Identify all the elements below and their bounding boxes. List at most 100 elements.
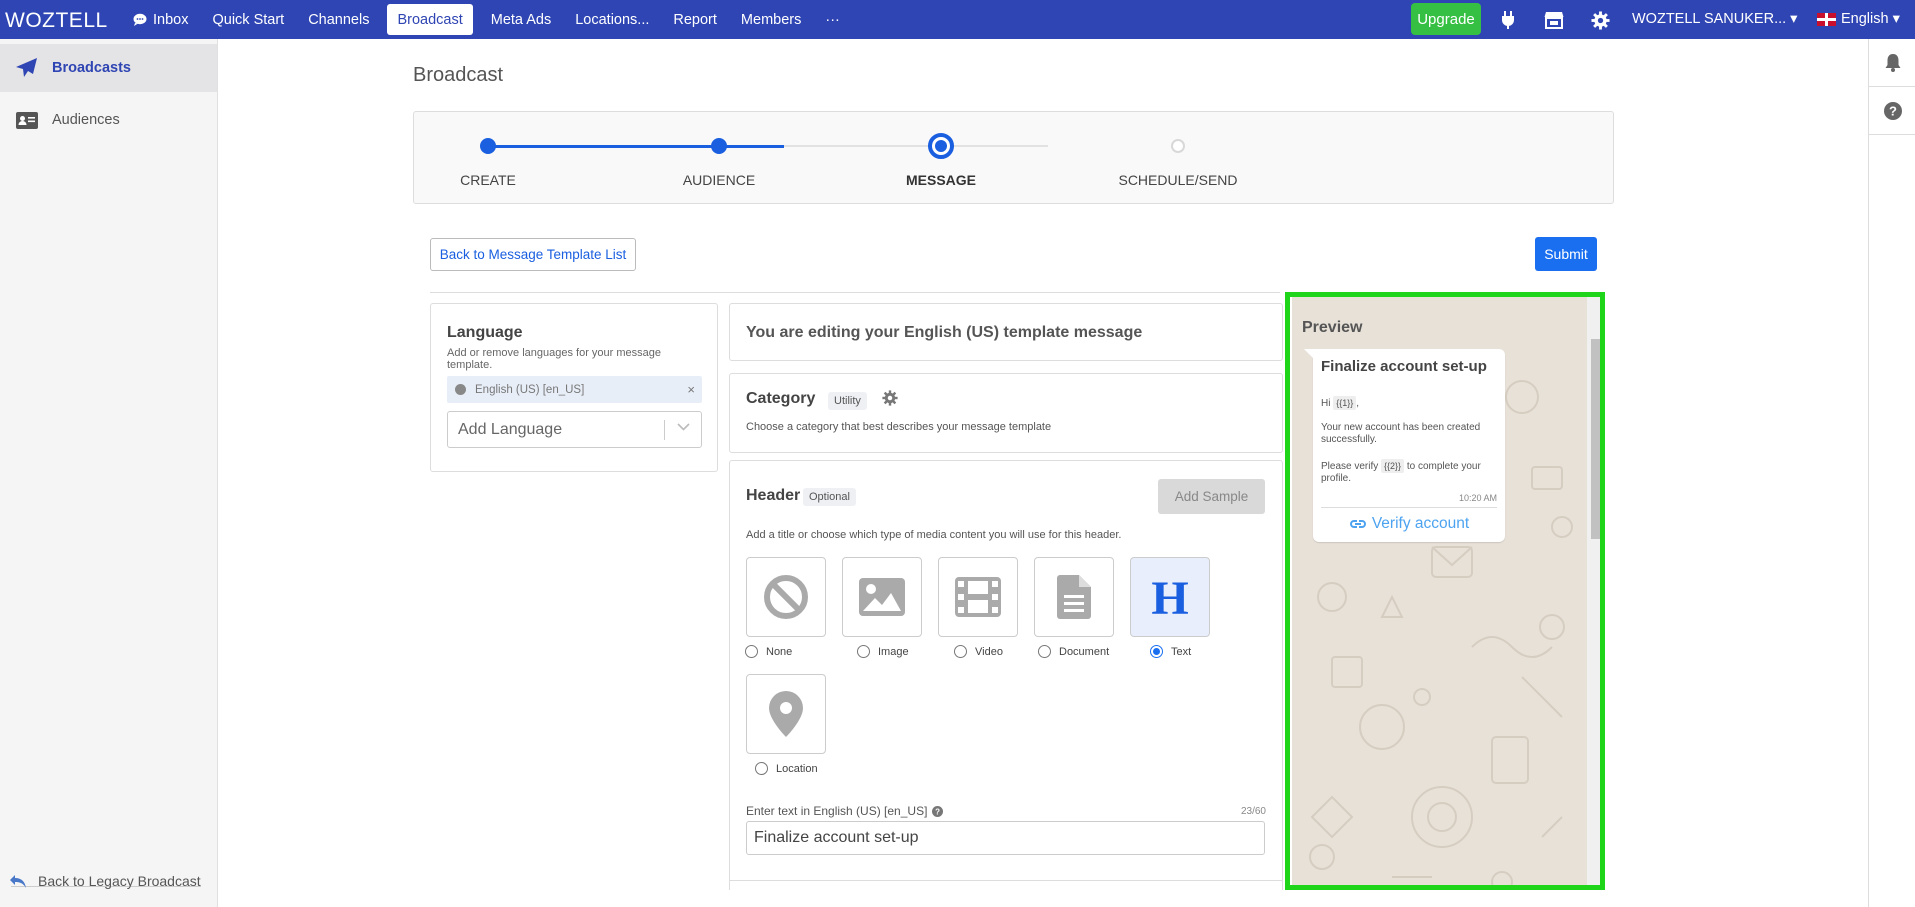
status-dot	[455, 384, 466, 395]
category-subtitle: Choose a category that best describes yo…	[746, 421, 1052, 433]
verify-account-label: Verify account	[1371, 515, 1470, 532]
bell-icon	[1885, 53, 1900, 72]
nav-inbox[interactable]: Inbox	[121, 4, 200, 35]
step-dot-schedule[interactable]	[1171, 139, 1185, 153]
header-text-input[interactable]: Finalize account set-up	[746, 821, 1265, 855]
legacy-label: Back to Legacy Broadcast	[38, 873, 201, 889]
verify-account-button[interactable]: Verify account	[1313, 515, 1505, 533]
help-circle-icon[interactable]: ?	[932, 805, 944, 817]
variable-2: {{2}}	[1381, 459, 1405, 473]
header-title: Header	[746, 487, 801, 504]
nav-meta-ads[interactable]: Meta Ads	[479, 4, 563, 35]
notifications-button[interactable]	[1869, 39, 1915, 87]
submit-button[interactable]: Submit	[1535, 237, 1597, 271]
document-icon	[1057, 575, 1091, 619]
media-option-video[interactable]	[938, 557, 1018, 637]
page-title: Broadcast	[413, 64, 504, 86]
step-label-create: CREATE	[460, 172, 516, 188]
paper-plane-icon	[16, 58, 37, 77]
language-title: Language	[447, 324, 523, 341]
step-label-audience: AUDIENCE	[682, 172, 756, 188]
radio-video[interactable]: Video	[954, 645, 1003, 658]
gear-icon[interactable]	[1589, 9, 1611, 31]
header-card: Header Optional Add Sample Add a title o…	[729, 460, 1283, 887]
radio-label: Text	[1171, 645, 1192, 658]
section-divider	[430, 292, 1280, 293]
radio-none[interactable]: None	[745, 645, 792, 658]
media-option-image[interactable]	[842, 557, 922, 637]
language-selector[interactable]: English ▾	[1817, 11, 1900, 27]
header-subtitle: Add a title or choose which type of medi…	[746, 529, 1122, 541]
add-sample-button[interactable]: Add Sample	[1158, 479, 1265, 514]
nav-broadcast[interactable]: Broadcast	[387, 4, 473, 35]
media-option-location[interactable]	[746, 674, 826, 754]
chat-bubble-icon	[133, 13, 147, 26]
radio-location[interactable]: Location	[755, 762, 818, 775]
nav-more[interactable]: ···	[813, 4, 852, 35]
back-to-template-list-button[interactable]: Back to Message Template List	[430, 238, 636, 271]
radio-document[interactable]: Document	[1038, 645, 1109, 658]
select-separator	[664, 420, 665, 440]
nav-report[interactable]: Report	[661, 4, 729, 35]
back-to-legacy-link[interactable]: Back to Legacy Broadcast	[10, 873, 201, 889]
preview-panel: Preview Finalize account set-up Hi {{1}}…	[1285, 292, 1605, 890]
category-tag: Utility	[828, 392, 867, 410]
header-text-label-text: Enter text in English (US) [en_US]	[746, 804, 928, 818]
radio-button[interactable]	[954, 645, 967, 658]
next-card-edge	[729, 880, 1283, 890]
radio-label: Location	[776, 762, 818, 775]
radio-button[interactable]	[1038, 645, 1051, 658]
selected-language-chip[interactable]: English (US) [en_US] ×	[447, 376, 702, 403]
chevron-down-icon	[677, 423, 690, 431]
woztell-logo[interactable]: WOZTELL	[5, 9, 108, 33]
radio-button[interactable]	[857, 645, 870, 658]
sidebar-item-label: Audiences	[52, 112, 120, 128]
nav-members[interactable]: Members	[729, 4, 813, 35]
radio-image[interactable]: Image	[857, 645, 909, 658]
image-icon	[859, 578, 905, 616]
radio-label: Document	[1059, 645, 1110, 658]
bubble-divider	[1321, 507, 1497, 508]
media-option-document[interactable]	[1034, 557, 1114, 637]
film-icon	[955, 577, 1001, 617]
optional-tag: Optional	[803, 488, 856, 506]
stepper-line-done	[488, 145, 784, 148]
progress-stepper: CREATE AUDIENCE MESSAGE SCHEDULE/SEND	[413, 111, 1614, 204]
message-title: Finalize account set-up	[1321, 358, 1487, 375]
add-language-select[interactable]: Add Language	[447, 411, 702, 448]
step-dot-audience[interactable]	[711, 138, 727, 154]
store-icon[interactable]	[1543, 9, 1565, 31]
message-bubble: Finalize account set-up Hi {{1}}, Your n…	[1304, 349, 1505, 542]
step-label-schedule: SCHEDULE/SEND	[1118, 172, 1238, 188]
main-nav: Inbox Quick Start Channels Broadcast Met…	[121, 0, 852, 39]
link-icon	[1349, 520, 1366, 528]
step-dot-message[interactable]	[928, 133, 954, 159]
nav-locations[interactable]: Locations...	[563, 4, 661, 35]
upgrade-button[interactable]: Upgrade	[1411, 3, 1481, 35]
media-option-none[interactable]	[746, 557, 826, 637]
nav-channels[interactable]: Channels	[296, 4, 381, 35]
preview-title: Preview	[1302, 319, 1363, 336]
radio-text[interactable]: Text	[1150, 645, 1191, 658]
radio-button[interactable]	[755, 762, 768, 775]
sidebar-item-broadcasts[interactable]: Broadcasts	[0, 44, 217, 92]
media-option-text[interactable]: H	[1130, 557, 1210, 637]
sidebar-item-audiences[interactable]: Audiences	[0, 96, 217, 144]
sidebar: Broadcasts Audiences Back to Legacy Broa…	[0, 39, 218, 907]
gear-icon[interactable]	[882, 390, 898, 406]
plug-icon[interactable]	[1497, 9, 1519, 31]
ban-icon	[764, 575, 808, 619]
radio-button-selected[interactable]	[1150, 645, 1163, 658]
radio-button[interactable]	[745, 645, 758, 658]
help-button[interactable]: ?	[1869, 87, 1915, 135]
remove-language-icon[interactable]: ×	[687, 382, 695, 397]
account-menu[interactable]: WOZTELL SANUKER... ▾	[1632, 11, 1797, 27]
heading-h-icon: H	[1151, 575, 1188, 619]
scrollbar-thumb[interactable]	[1591, 339, 1600, 539]
nav-quick-start[interactable]: Quick Start	[200, 4, 296, 35]
character-count: 23/60	[1240, 806, 1266, 817]
radio-label: Image	[878, 645, 909, 658]
language-label: English ▾	[1841, 11, 1900, 27]
preview-scrollbar[interactable]	[1587, 297, 1600, 885]
step-dot-create[interactable]	[480, 138, 496, 154]
